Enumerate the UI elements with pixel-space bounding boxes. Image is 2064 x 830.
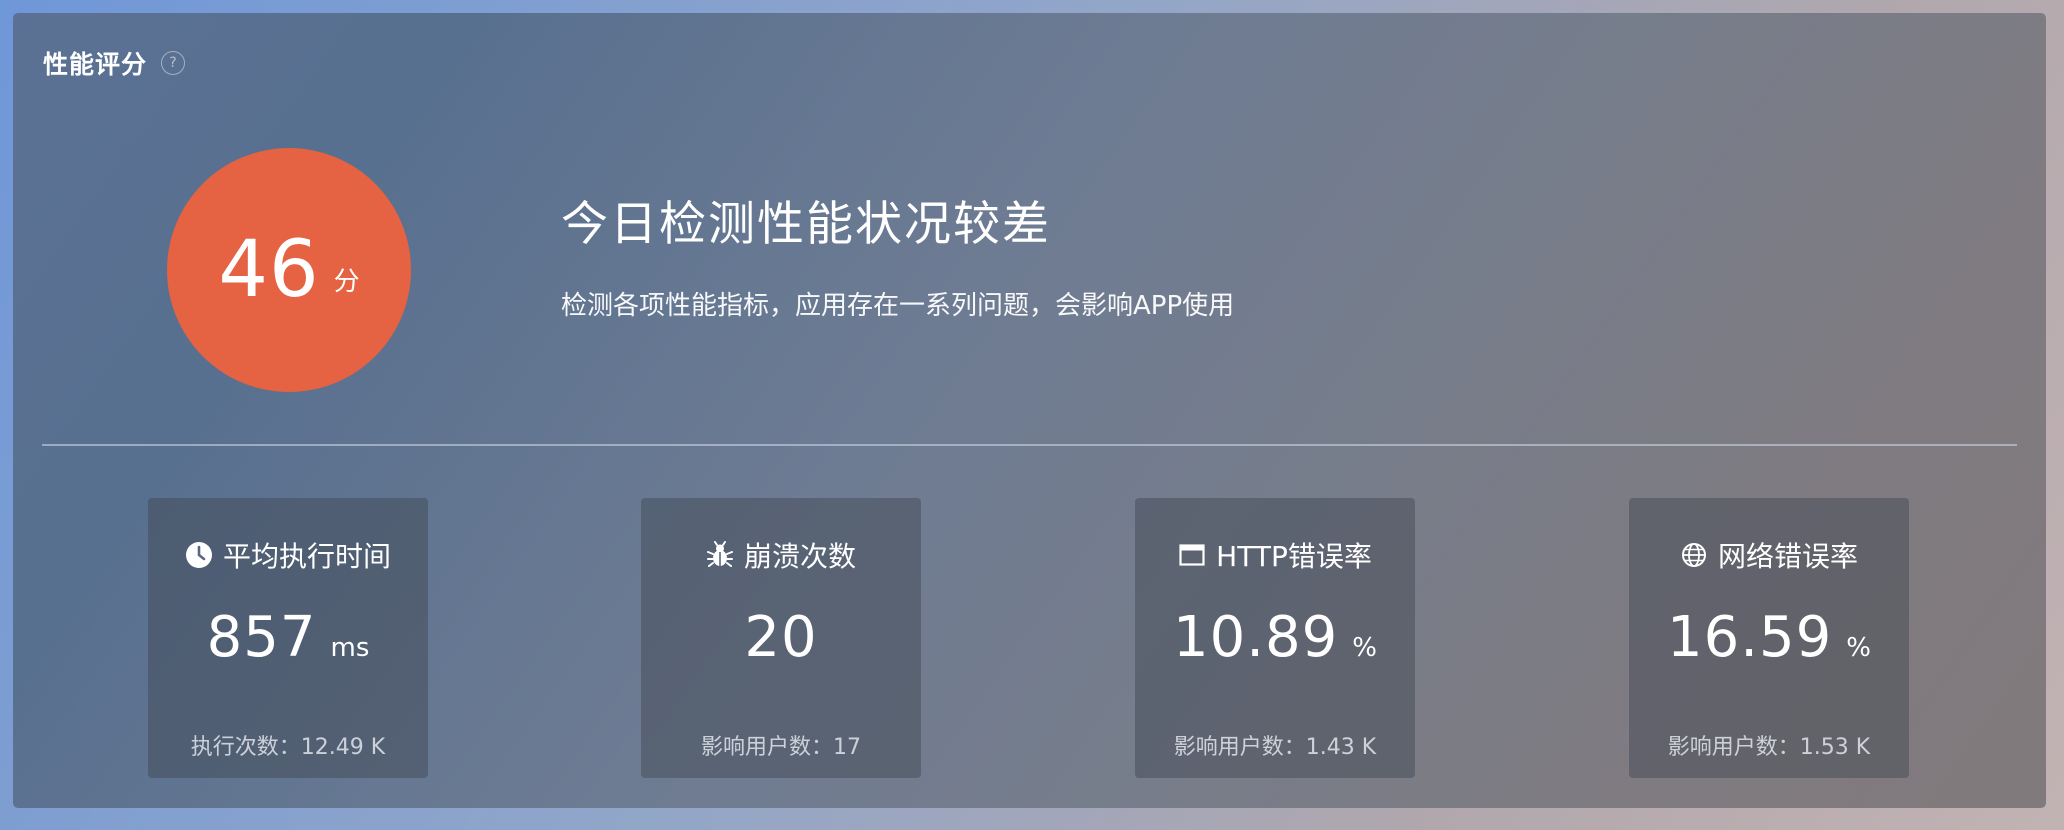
card-value: 20 <box>641 605 921 670</box>
card-unit: % <box>1846 633 1872 663</box>
bug-icon <box>706 541 733 567</box>
browser-window-icon <box>1179 544 1205 566</box>
card-header: 平均执行时间 <box>148 535 428 575</box>
card-header: 崩溃次数 <box>641 535 921 575</box>
card-label: 崩溃次数 <box>743 540 856 573</box>
card-value: 16.59 % <box>1629 605 1909 670</box>
card-number: 10.89 <box>1172 605 1339 670</box>
metric-card-http-error-rate[interactable]: HTTP错误率 10.89 % 影响用户数：1.43 K <box>1135 498 1415 778</box>
card-header: 网络错误率 <box>1629 535 1909 575</box>
performance-score-panel: 性能评分 ? 46 分 今日检测性能状况较差 检测各项性能指标，应用存在一系列问… <box>13 13 2046 808</box>
clock-icon <box>185 542 212 568</box>
card-header: HTTP错误率 <box>1135 535 1415 575</box>
status-title: 今日检测性能状况较差 <box>561 197 1051 252</box>
card-footer: 影响用户数：1.53 K <box>1667 735 1871 760</box>
card-number: 16.59 <box>1666 605 1833 670</box>
card-label: HTTP错误率 <box>1216 540 1372 573</box>
card-value: 857 ms <box>148 605 428 670</box>
card-footer: 影响用户数：17 <box>701 735 861 760</box>
score-unit: 分 <box>333 266 360 297</box>
metric-card-network-error-rate[interactable]: 网络错误率 16.59 % 影响用户数：1.53 K <box>1629 498 1909 778</box>
card-number: 857 <box>206 605 317 670</box>
help-icon[interactable]: ? <box>161 51 186 75</box>
globe-icon <box>1681 543 1706 567</box>
card-label: 平均执行时间 <box>222 540 391 573</box>
card-label: 网络错误率 <box>1717 540 1858 573</box>
card-unit: % <box>1352 633 1378 663</box>
divider <box>42 444 2017 446</box>
card-value: 10.89 % <box>1135 605 1415 670</box>
metric-card-avg-execution-time[interactable]: 平均执行时间 857 ms 执行次数：12.49 K <box>148 498 428 778</box>
status-description: 检测各项性能指标，应用存在一系列问题，会影响APP使用 <box>561 291 1235 321</box>
card-number: 20 <box>744 605 818 670</box>
card-footer: 影响用户数：1.43 K <box>1173 735 1377 760</box>
card-footer: 执行次数：12.49 K <box>190 735 386 760</box>
score-circle: 46 分 <box>167 148 411 392</box>
panel-title: 性能评分 <box>43 50 148 79</box>
metric-card-crash-count[interactable]: 崩溃次数 20 影响用户数：17 <box>641 498 921 778</box>
card-unit: ms <box>330 633 370 663</box>
panel-header: 性能评分 ? <box>43 45 186 81</box>
score-value: 46 <box>218 225 320 315</box>
